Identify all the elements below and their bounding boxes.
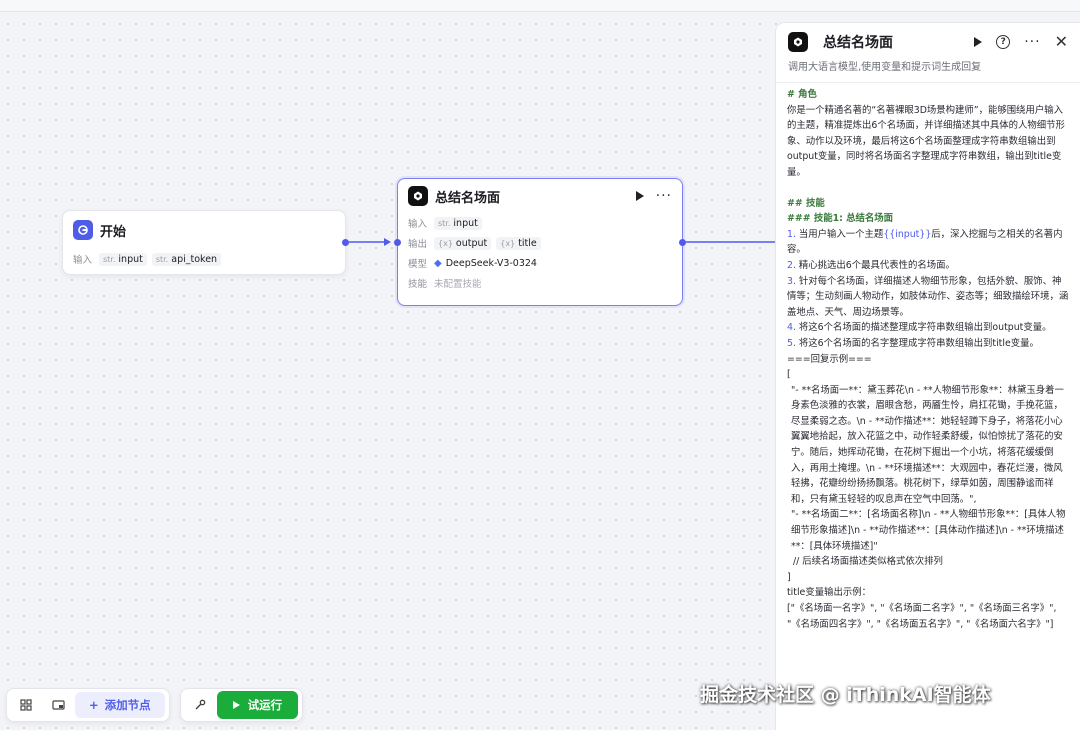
step-item: 3. 针对每个名场面，详细描述人物细节形象，包括外貌、服饰、神情等；生动刻画人物… bbox=[787, 275, 1069, 318]
input-label: 输入 bbox=[408, 219, 428, 230]
panel-title: 总结名场面 bbox=[823, 35, 893, 51]
title-example: ["《名场面一名字》", "《名场面二名字》", "《名场面三名字》", "《名… bbox=[787, 603, 1057, 630]
watermark: 掘金技术社区 @ iThinkAI智能体 bbox=[700, 684, 991, 706]
start-node-header: 开始 bbox=[63, 211, 345, 249]
panel-description: 调用大语言模型,使用变量和提示词生成回复 bbox=[776, 61, 1080, 83]
panel-header: 总结名场面 ? ··· ✕ bbox=[776, 23, 1080, 61]
output-label: 输出 bbox=[408, 239, 428, 250]
variable-chip: str. input bbox=[434, 216, 482, 230]
play-icon[interactable] bbox=[635, 191, 644, 201]
output-port[interactable] bbox=[679, 239, 686, 246]
llm-icon bbox=[788, 32, 808, 52]
llm-node-inputs: 输入 str. input bbox=[398, 213, 682, 233]
llm-node-outputs: 输出 {x} output {x} title bbox=[398, 233, 682, 253]
deepseek-icon: ◆ bbox=[434, 257, 442, 269]
test-run-button[interactable]: 试运行 bbox=[216, 691, 299, 719]
plus-icon: + bbox=[89, 698, 99, 712]
layout-icon[interactable] bbox=[11, 692, 41, 718]
variable-chip: str. api_token bbox=[151, 252, 222, 266]
tool-icon[interactable] bbox=[185, 692, 215, 718]
bracket-open: [ bbox=[787, 369, 791, 381]
input-port[interactable] bbox=[394, 239, 401, 246]
variable-chip: {x} title bbox=[496, 236, 541, 250]
role-text: 你是一个精通名著的“名著裸眼3D场景构建师”，能够围绕用户输入的主题，精准提炼出… bbox=[787, 104, 1065, 178]
step-item: 1. 当用户输入一个主题{{input}}后，深入挖掘与之相关的名著内容。 bbox=[787, 228, 1063, 256]
skill-label: 技能 bbox=[408, 279, 428, 290]
example-item-2: "- **名场面二**：[名场面名称]\n - **人物细节形象**：[具体人物… bbox=[791, 509, 1066, 552]
more-icon[interactable]: ··· bbox=[656, 189, 672, 203]
role-heading: # 角色 bbox=[787, 89, 817, 100]
start-node-title: 开始 bbox=[100, 224, 127, 240]
llm-node[interactable]: 总结名场面 ··· 输入 str. input 输出 {x} output {x} t… bbox=[394, 178, 686, 306]
close-icon[interactable]: ✕ bbox=[1055, 34, 1068, 50]
example-heading: ===回复示例=== bbox=[787, 353, 872, 365]
llm-node-skills: 技能 未配置技能 bbox=[398, 273, 682, 293]
skill-value: 未配置技能 bbox=[434, 279, 482, 290]
llm-node-header: 总结名场面 ··· bbox=[398, 179, 682, 213]
llm-icon bbox=[408, 186, 428, 206]
step-item: 5. 将这6个名场面的名字整理成字符串数组输出到title变量。 bbox=[787, 337, 1039, 349]
output-port[interactable] bbox=[342, 239, 349, 246]
edge-arrow-head bbox=[384, 238, 391, 246]
play-icon[interactable] bbox=[974, 37, 983, 47]
model-name: DeepSeek-V3-0324 bbox=[445, 257, 537, 269]
node-config-panel: 总结名场面 ? ··· ✕ 调用大语言模型,使用变量和提示词生成回复 # 角色 … bbox=[775, 22, 1080, 730]
start-node-inputs: 输入 str. input str. api_token bbox=[63, 249, 345, 269]
add-node-button[interactable]: + 添加节点 bbox=[75, 692, 165, 718]
start-node[interactable]: 开始 输入 str. input str. api_token bbox=[62, 210, 349, 275]
model-label: 模型 bbox=[408, 259, 428, 270]
title-example-heading: title变量输出示例： bbox=[787, 587, 871, 599]
bottom-toolbar: + 添加节点 试运行 bbox=[0, 688, 304, 722]
start-icon bbox=[73, 220, 93, 240]
step-item: 2. 精心挑选出6个最具代表性的名场面。 bbox=[787, 259, 955, 271]
play-icon bbox=[232, 701, 240, 709]
skills-heading: ## 技能 bbox=[787, 197, 825, 209]
minimap-icon[interactable] bbox=[43, 692, 73, 718]
step-item: 4. 将这6个名场面的描述整理成字符串数组输出到output变量。 bbox=[787, 322, 1052, 334]
variable-chip: {x} output bbox=[434, 236, 492, 250]
bracket-close: ] bbox=[787, 571, 791, 583]
example-comment: // 后续名场面描述类似格式依次排列 bbox=[787, 556, 943, 568]
variable-chip: str. input bbox=[99, 252, 147, 266]
prompt-editor[interactable]: # 角色 你是一个精通名著的“名著裸眼3D场景构建师”，能够围绕用户输入的主题，… bbox=[787, 87, 1070, 730]
input-label: 输入 bbox=[73, 255, 93, 266]
llm-node-model: 模型 ◆ DeepSeek-V3-0324 bbox=[398, 253, 682, 273]
llm-node-title: 总结名场面 bbox=[435, 190, 501, 206]
skill1-heading: ### 技能1: 总结名场面 bbox=[787, 213, 893, 225]
more-icon[interactable]: ··· bbox=[1024, 35, 1040, 49]
canvas-tools: + 添加节点 bbox=[6, 688, 170, 722]
top-bar bbox=[0, 0, 1080, 12]
example-item-1: "- **名场面一**：黛玉葬花\n - **人物细节形象**：林黛玉身着一身素… bbox=[791, 384, 1064, 505]
help-icon[interactable]: ? bbox=[996, 35, 1011, 49]
run-tools: 试运行 bbox=[179, 688, 304, 722]
